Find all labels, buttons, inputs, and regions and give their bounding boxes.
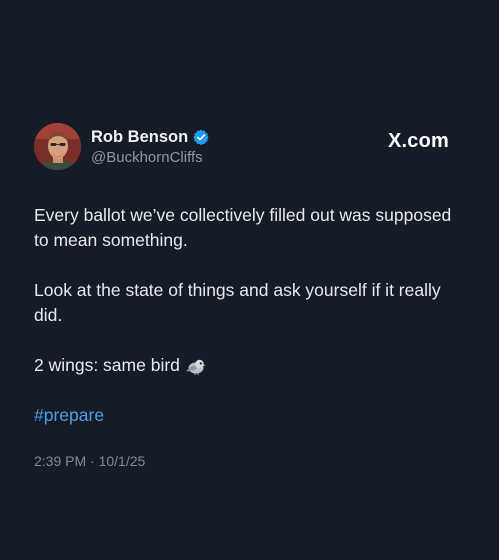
post-timestamp[interactable]: 2:39 PM · 10/1/25 (34, 452, 145, 470)
post-paragraph-2: Look at the state of things and ask your… (34, 280, 441, 325)
post-paragraph-1: Every ballot we’ve collectively filled o… (34, 205, 452, 250)
hashtag-link[interactable]: #prepare (34, 405, 104, 425)
brand-logo: X.com (387, 130, 449, 152)
post-card: Rob Benson @BuckhornCliffs X.com Every b… (0, 0, 499, 560)
author-handle[interactable]: @BuckhornCliffs (91, 149, 341, 167)
author-info: Rob Benson @BuckhornCliffs (91, 127, 341, 167)
profile-photo-icon (34, 123, 81, 170)
author-name-row[interactable]: Rob Benson (91, 127, 341, 147)
verified-badge-icon (193, 129, 209, 145)
author-display-name[interactable]: Rob Benson (91, 127, 188, 147)
bird-emoji-icon (185, 359, 206, 375)
post-body: Every ballot we’ve collectively filled o… (34, 203, 464, 428)
post-hashtag-line: #prepare (34, 403, 464, 428)
avatar[interactable] (34, 123, 81, 170)
post-paragraph-3-text: 2 wings: same bird (34, 355, 180, 375)
post-header: Rob Benson @BuckhornCliffs X.com (34, 122, 464, 174)
post-paragraph-3: 2 wings: same bird (34, 353, 464, 378)
